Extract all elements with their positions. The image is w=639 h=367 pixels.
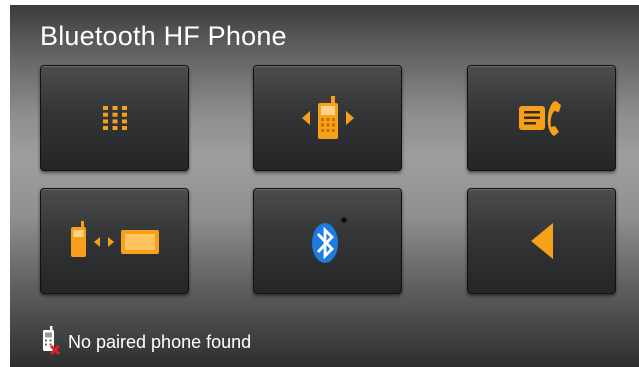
phone-disconnected-icon xyxy=(40,325,61,360)
phone-pairing-button[interactable] xyxy=(40,188,189,294)
status-bar: No paired phone found xyxy=(40,325,252,360)
keypad-icon xyxy=(102,106,127,130)
phone-select-button[interactable] xyxy=(253,65,402,171)
back-arrow-icon xyxy=(529,221,555,261)
phonebook-call-icon xyxy=(516,98,568,138)
phone-to-device-icon xyxy=(67,219,163,263)
bluetooth-icon xyxy=(308,215,348,267)
dial-keypad-button[interactable] xyxy=(40,65,189,171)
page-title: Bluetooth HF Phone xyxy=(40,21,287,51)
screen: Bluetooth HF Phone No paired phone found xyxy=(10,5,639,367)
status-text: No paired phone found xyxy=(68,331,252,352)
bluetooth-settings-button[interactable] xyxy=(253,188,402,294)
back-button[interactable] xyxy=(467,188,616,294)
phonebook-button[interactable] xyxy=(467,65,616,171)
phone-arrows-icon xyxy=(296,94,360,142)
